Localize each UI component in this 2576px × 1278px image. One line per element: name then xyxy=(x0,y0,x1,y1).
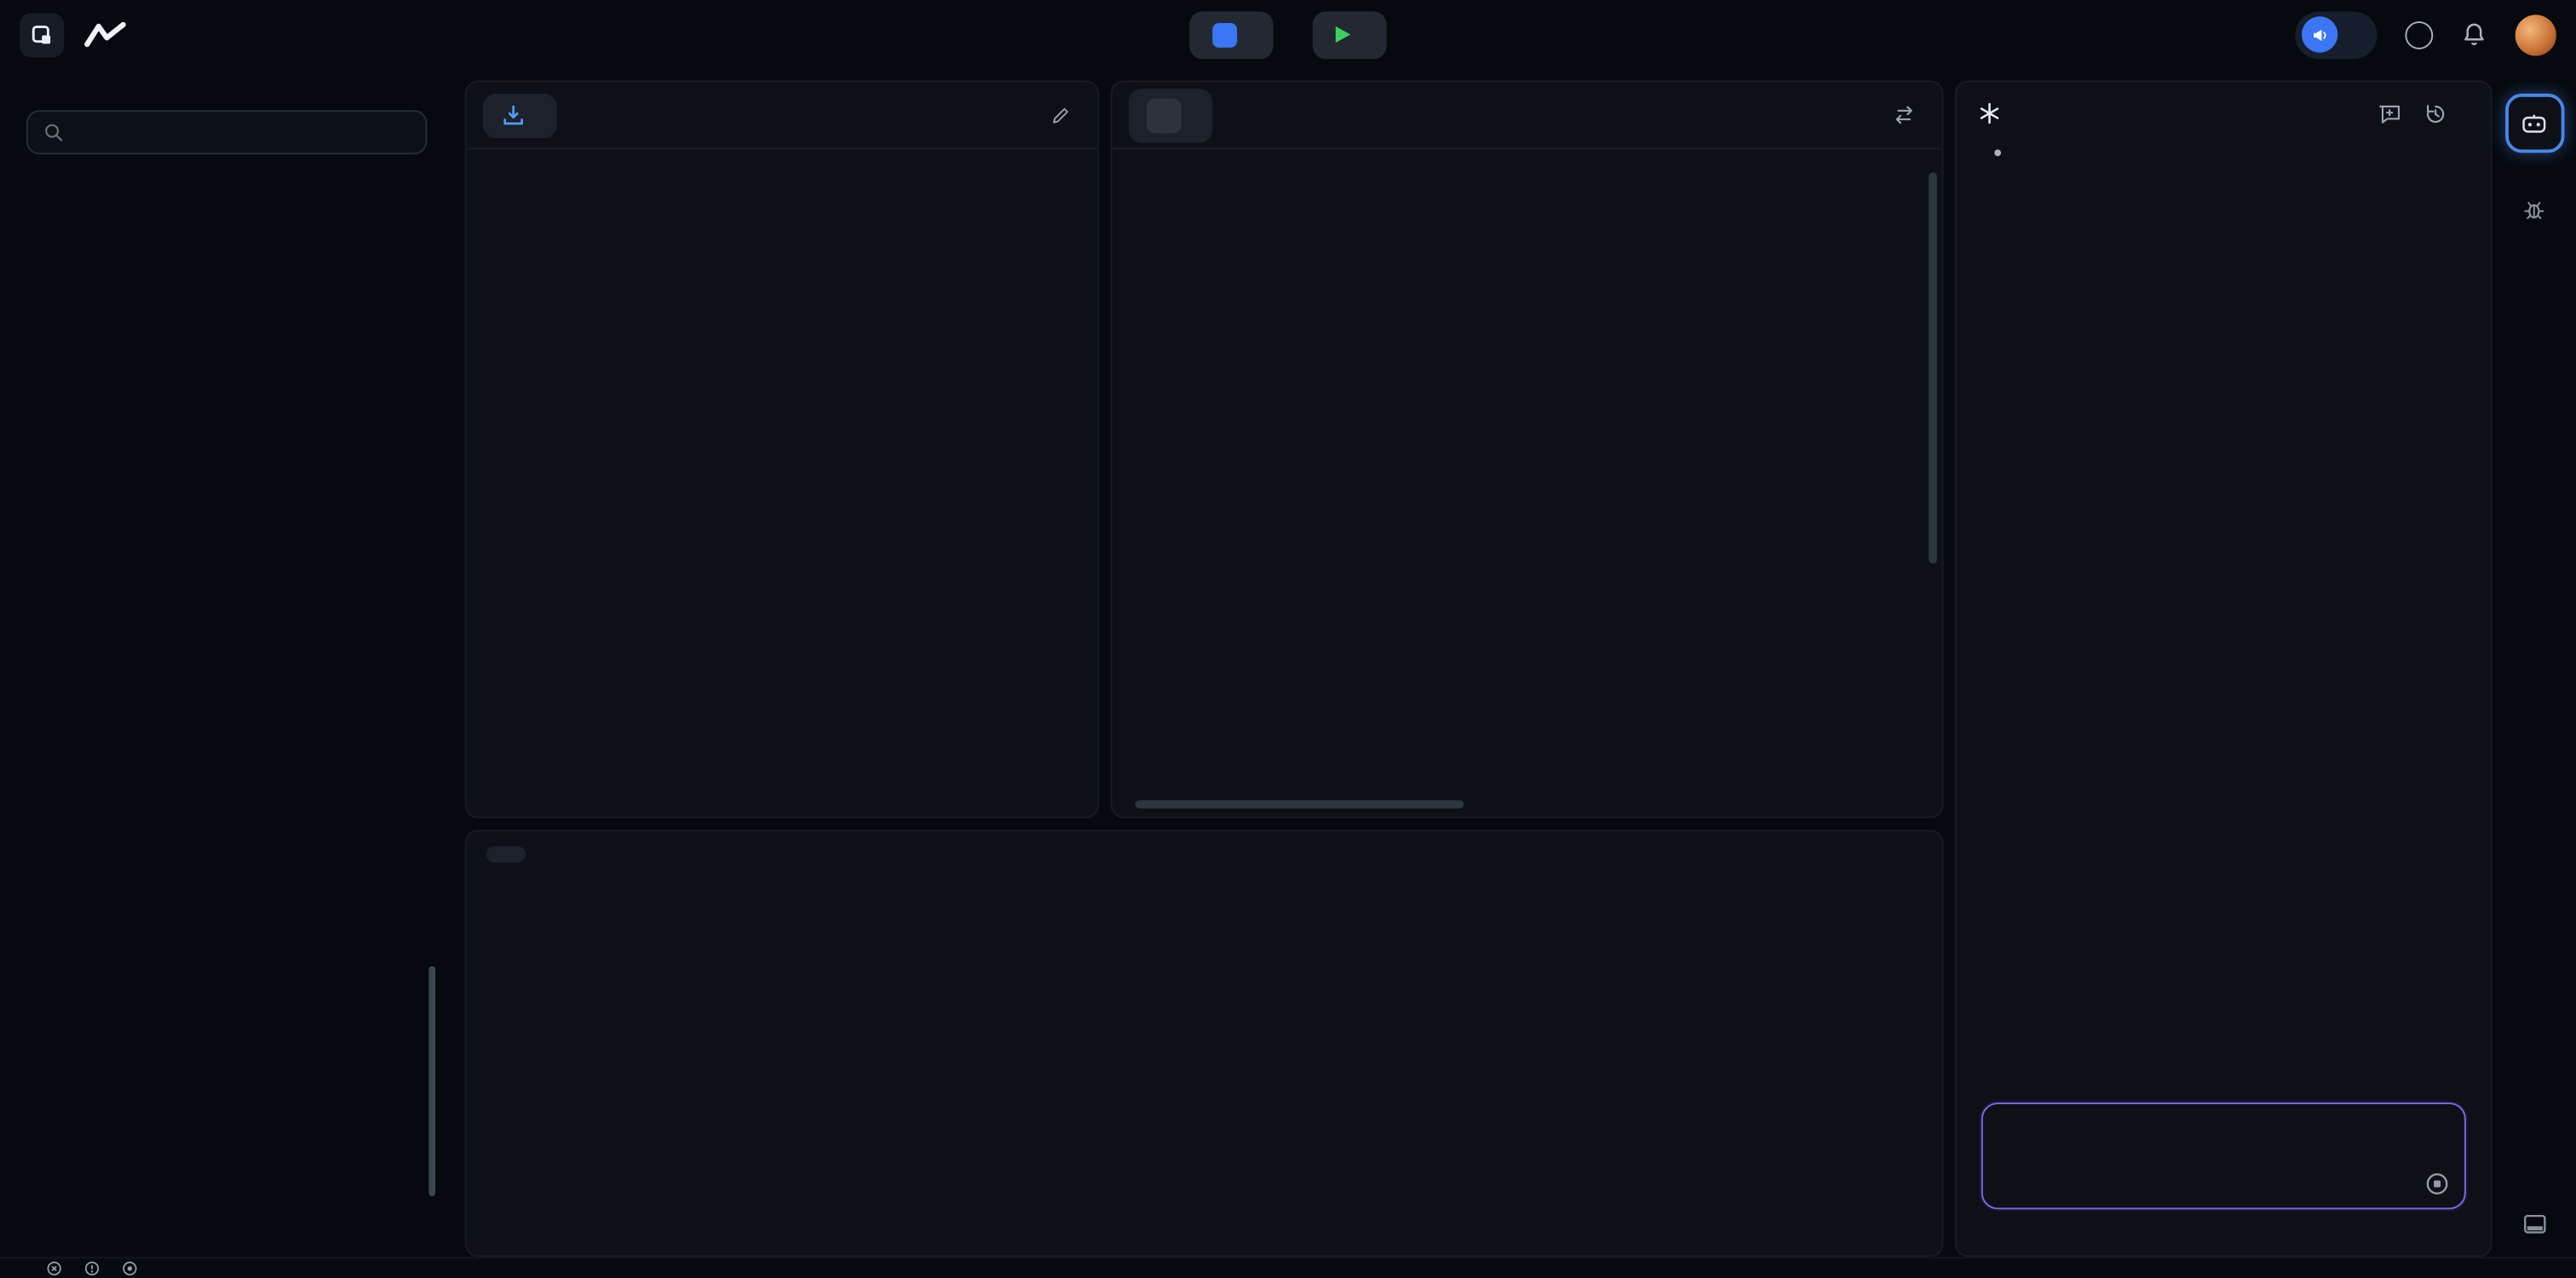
vertical-scrollbar[interactable] xyxy=(1929,172,1937,563)
ai-assistant-panel xyxy=(1955,80,2493,1257)
search-icon xyxy=(43,122,64,143)
robot-icon xyxy=(2520,112,2548,132)
search-box[interactable] xyxy=(26,110,428,154)
bell-icon[interactable] xyxy=(2461,21,2487,48)
sidebar xyxy=(0,69,453,1257)
play-icon xyxy=(1336,26,1350,43)
code-panel xyxy=(1111,80,1944,818)
run-button[interactable] xyxy=(1313,11,1387,59)
ai-messages xyxy=(1957,156,2491,1073)
megaphone-icon xyxy=(2302,16,2337,52)
sparkle-icon xyxy=(1978,102,2001,125)
error-count[interactable] xyxy=(46,1260,69,1276)
warning-count[interactable] xyxy=(83,1260,106,1276)
help-icon[interactable] xyxy=(2405,20,2433,49)
info-icon xyxy=(122,1260,138,1276)
add-problem-button[interactable] xyxy=(1189,11,1273,59)
swap-icon xyxy=(1893,103,1916,126)
description-panel xyxy=(465,80,1099,818)
search-input[interactable] xyxy=(76,121,411,144)
output-title xyxy=(486,846,526,862)
new-chat-icon[interactable] xyxy=(2378,101,2402,126)
info-count[interactable] xyxy=(122,1260,145,1276)
output-panel xyxy=(465,830,1944,1257)
status-bar xyxy=(0,1257,2576,1278)
language-tab[interactable] xyxy=(1129,88,1212,142)
right-rail xyxy=(2493,69,2576,1257)
plus-icon xyxy=(1212,22,1237,47)
stop-generating-icon[interactable] xyxy=(2425,1172,2450,1196)
warning-icon xyxy=(83,1260,100,1276)
debug-rail-icon[interactable] xyxy=(2521,197,2546,222)
description-lines[interactable] xyxy=(467,149,1098,816)
sidebar-scrollbar[interactable] xyxy=(428,966,435,1196)
avatar[interactable] xyxy=(2516,14,2556,55)
promo-banner[interactable] xyxy=(2295,11,2377,59)
switch-language-button[interactable] xyxy=(1893,103,1926,126)
problem-title-tab[interactable] xyxy=(483,93,557,137)
toggle-panel-icon[interactable] xyxy=(2521,1211,2547,1237)
app-window xyxy=(0,0,2576,1278)
history-icon[interactable] xyxy=(2424,101,2448,126)
marscode-logo-icon[interactable] xyxy=(82,20,128,49)
code-editor[interactable] xyxy=(1113,149,1942,816)
rename-button[interactable] xyxy=(1049,104,1081,125)
js-badge-icon xyxy=(1147,98,1182,132)
ai-input-box[interactable] xyxy=(1981,1102,2466,1209)
pencil-icon xyxy=(1049,104,1071,125)
topbar xyxy=(0,0,2576,69)
horizontal-scrollbar[interactable] xyxy=(1136,800,1464,809)
ai-input[interactable] xyxy=(2003,1122,2445,1147)
problem-file-icon xyxy=(501,103,526,128)
typing-dot-icon xyxy=(1994,149,2001,156)
ai-rail-button[interactable] xyxy=(2504,94,2563,153)
error-icon xyxy=(46,1260,62,1276)
app-logo-icon[interactable] xyxy=(20,12,64,56)
